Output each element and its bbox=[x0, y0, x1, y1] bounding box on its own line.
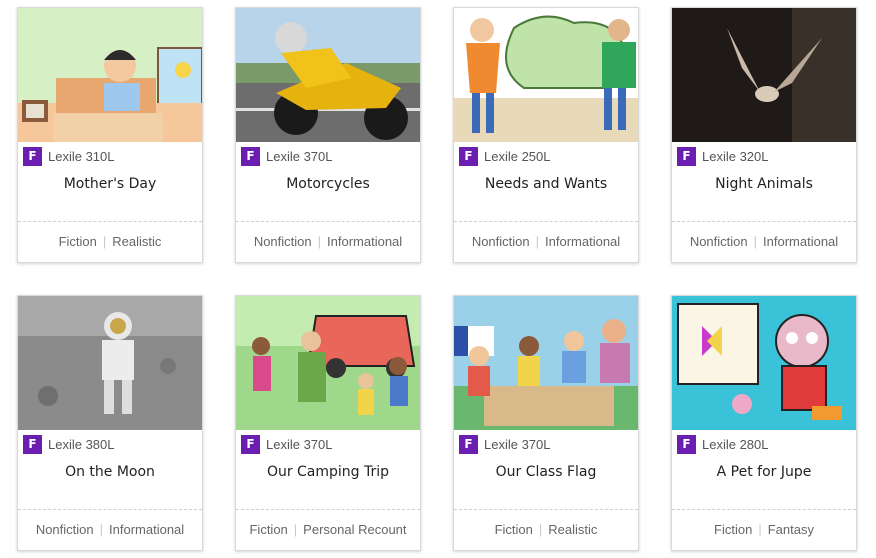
tag-separator: | bbox=[102, 234, 107, 249]
tag-separator: | bbox=[317, 234, 322, 249]
book-tags: Fiction | Fantasy bbox=[672, 522, 856, 537]
book-tags: Nonfiction | Informational bbox=[454, 234, 638, 249]
book-cover-image[interactable] bbox=[672, 296, 856, 430]
tag-separator: | bbox=[758, 522, 762, 537]
subgenre-tag: Informational bbox=[763, 234, 839, 249]
genre-tag: Fiction bbox=[249, 522, 288, 537]
level-badge: F bbox=[23, 147, 42, 166]
book-title[interactable]: Night Animals bbox=[672, 176, 856, 192]
book-tags: Fiction | Realistic bbox=[18, 234, 202, 249]
book-card-mothers-day[interactable]: F Lexile 310L Mother's Day Fiction | Reali… bbox=[17, 7, 203, 263]
book-title[interactable]: Mother's Day bbox=[18, 176, 202, 192]
level-badge: F bbox=[677, 435, 696, 454]
lexile-measure: Lexile 370L bbox=[266, 437, 333, 452]
divider bbox=[18, 221, 202, 222]
book-cover-image[interactable] bbox=[18, 296, 202, 430]
subgenre-tag: Personal Recount bbox=[303, 522, 407, 537]
book-card-needs-and-wants[interactable]: F Lexile 250L Needs and Wants Nonfiction… bbox=[453, 7, 639, 263]
tag-separator: | bbox=[753, 234, 758, 249]
book-cover-image[interactable] bbox=[18, 8, 202, 142]
genre-tag: Nonfiction bbox=[35, 522, 94, 537]
book-cover-image[interactable] bbox=[454, 296, 638, 430]
book-cover-image[interactable] bbox=[236, 296, 420, 430]
book-card-our-class-flag[interactable]: F Lexile 370L Our Class Flag Fiction | Rea… bbox=[453, 295, 639, 551]
lexile-measure: Lexile 370L bbox=[484, 437, 551, 452]
divider bbox=[236, 509, 420, 510]
book-title[interactable]: Our Class Flag bbox=[454, 464, 638, 480]
tag-separator: | bbox=[293, 522, 298, 537]
lexile-measure: Lexile 250L bbox=[484, 149, 551, 164]
level-badge: F bbox=[241, 147, 260, 166]
divider bbox=[672, 221, 856, 222]
tag-separator: | bbox=[535, 234, 540, 249]
book-title[interactable]: Motorcycles bbox=[236, 176, 420, 192]
subgenre-tag: Informational bbox=[109, 522, 185, 537]
genre-tag: Nonfiction bbox=[471, 234, 530, 249]
level-badge: F bbox=[23, 435, 42, 454]
lexile-measure: Lexile 380L bbox=[48, 437, 115, 452]
subgenre-tag: Informational bbox=[545, 234, 621, 249]
book-tags: Fiction | Personal Recount bbox=[236, 522, 420, 537]
divider bbox=[454, 509, 638, 510]
book-card-on-the-moon[interactable]: F Lexile 380L On the Moon Nonfiction | Inf… bbox=[17, 295, 203, 551]
lexile-measure: Lexile 370L bbox=[266, 149, 333, 164]
genre-tag: Fiction bbox=[58, 234, 97, 249]
book-tags: Nonfiction | Informational bbox=[672, 234, 856, 249]
book-title[interactable]: On the Moon bbox=[18, 464, 202, 480]
subgenre-tag: Realistic bbox=[548, 522, 598, 537]
divider bbox=[236, 221, 420, 222]
level-badge: F bbox=[241, 435, 260, 454]
book-cover-image[interactable] bbox=[236, 8, 420, 142]
book-tags: Fiction | Realistic bbox=[454, 522, 638, 537]
book-tags: Nonfiction | Informational bbox=[236, 234, 420, 249]
book-title[interactable]: A Pet for Jupe bbox=[672, 464, 856, 480]
subgenre-tag: Realistic bbox=[112, 234, 162, 249]
book-card-motorcycles[interactable]: F Lexile 370L Motorcycles Nonfiction | Inf… bbox=[235, 7, 421, 263]
book-card-a-pet-for-jupe[interactable]: F Lexile 280L A Pet for Jupe Fiction | Fan… bbox=[671, 295, 857, 551]
book-cover-image[interactable] bbox=[454, 8, 638, 142]
divider bbox=[672, 509, 856, 510]
lexile-measure: Lexile 280L bbox=[702, 437, 769, 452]
book-tags: Nonfiction | Informational bbox=[18, 522, 202, 537]
genre-tag: Nonfiction bbox=[689, 234, 748, 249]
lexile-measure: Lexile 320L bbox=[702, 149, 769, 164]
genre-tag: Nonfiction bbox=[253, 234, 312, 249]
subgenre-tag: Informational bbox=[327, 234, 403, 249]
genre-tag: Fiction bbox=[494, 522, 533, 537]
subgenre-tag: Fantasy bbox=[767, 522, 814, 537]
book-title[interactable]: Needs and Wants bbox=[454, 176, 638, 192]
book-card-night-animals[interactable]: F Lexile 320L Night Animals Nonfiction | I… bbox=[671, 7, 857, 263]
book-title[interactable]: Our Camping Trip bbox=[236, 464, 420, 480]
genre-tag: Fiction bbox=[714, 522, 753, 537]
tag-separator: | bbox=[99, 522, 104, 537]
level-badge: F bbox=[459, 435, 478, 454]
divider bbox=[18, 509, 202, 510]
level-badge: F bbox=[677, 147, 696, 166]
book-card-our-camping-trip[interactable]: F Lexile 370L Our Camping Trip Fiction | P… bbox=[235, 295, 421, 551]
level-badge: F bbox=[459, 147, 478, 166]
tag-separator: | bbox=[538, 522, 543, 537]
lexile-measure: Lexile 310L bbox=[48, 149, 115, 164]
divider bbox=[454, 221, 638, 222]
book-cover-image[interactable] bbox=[672, 8, 856, 142]
